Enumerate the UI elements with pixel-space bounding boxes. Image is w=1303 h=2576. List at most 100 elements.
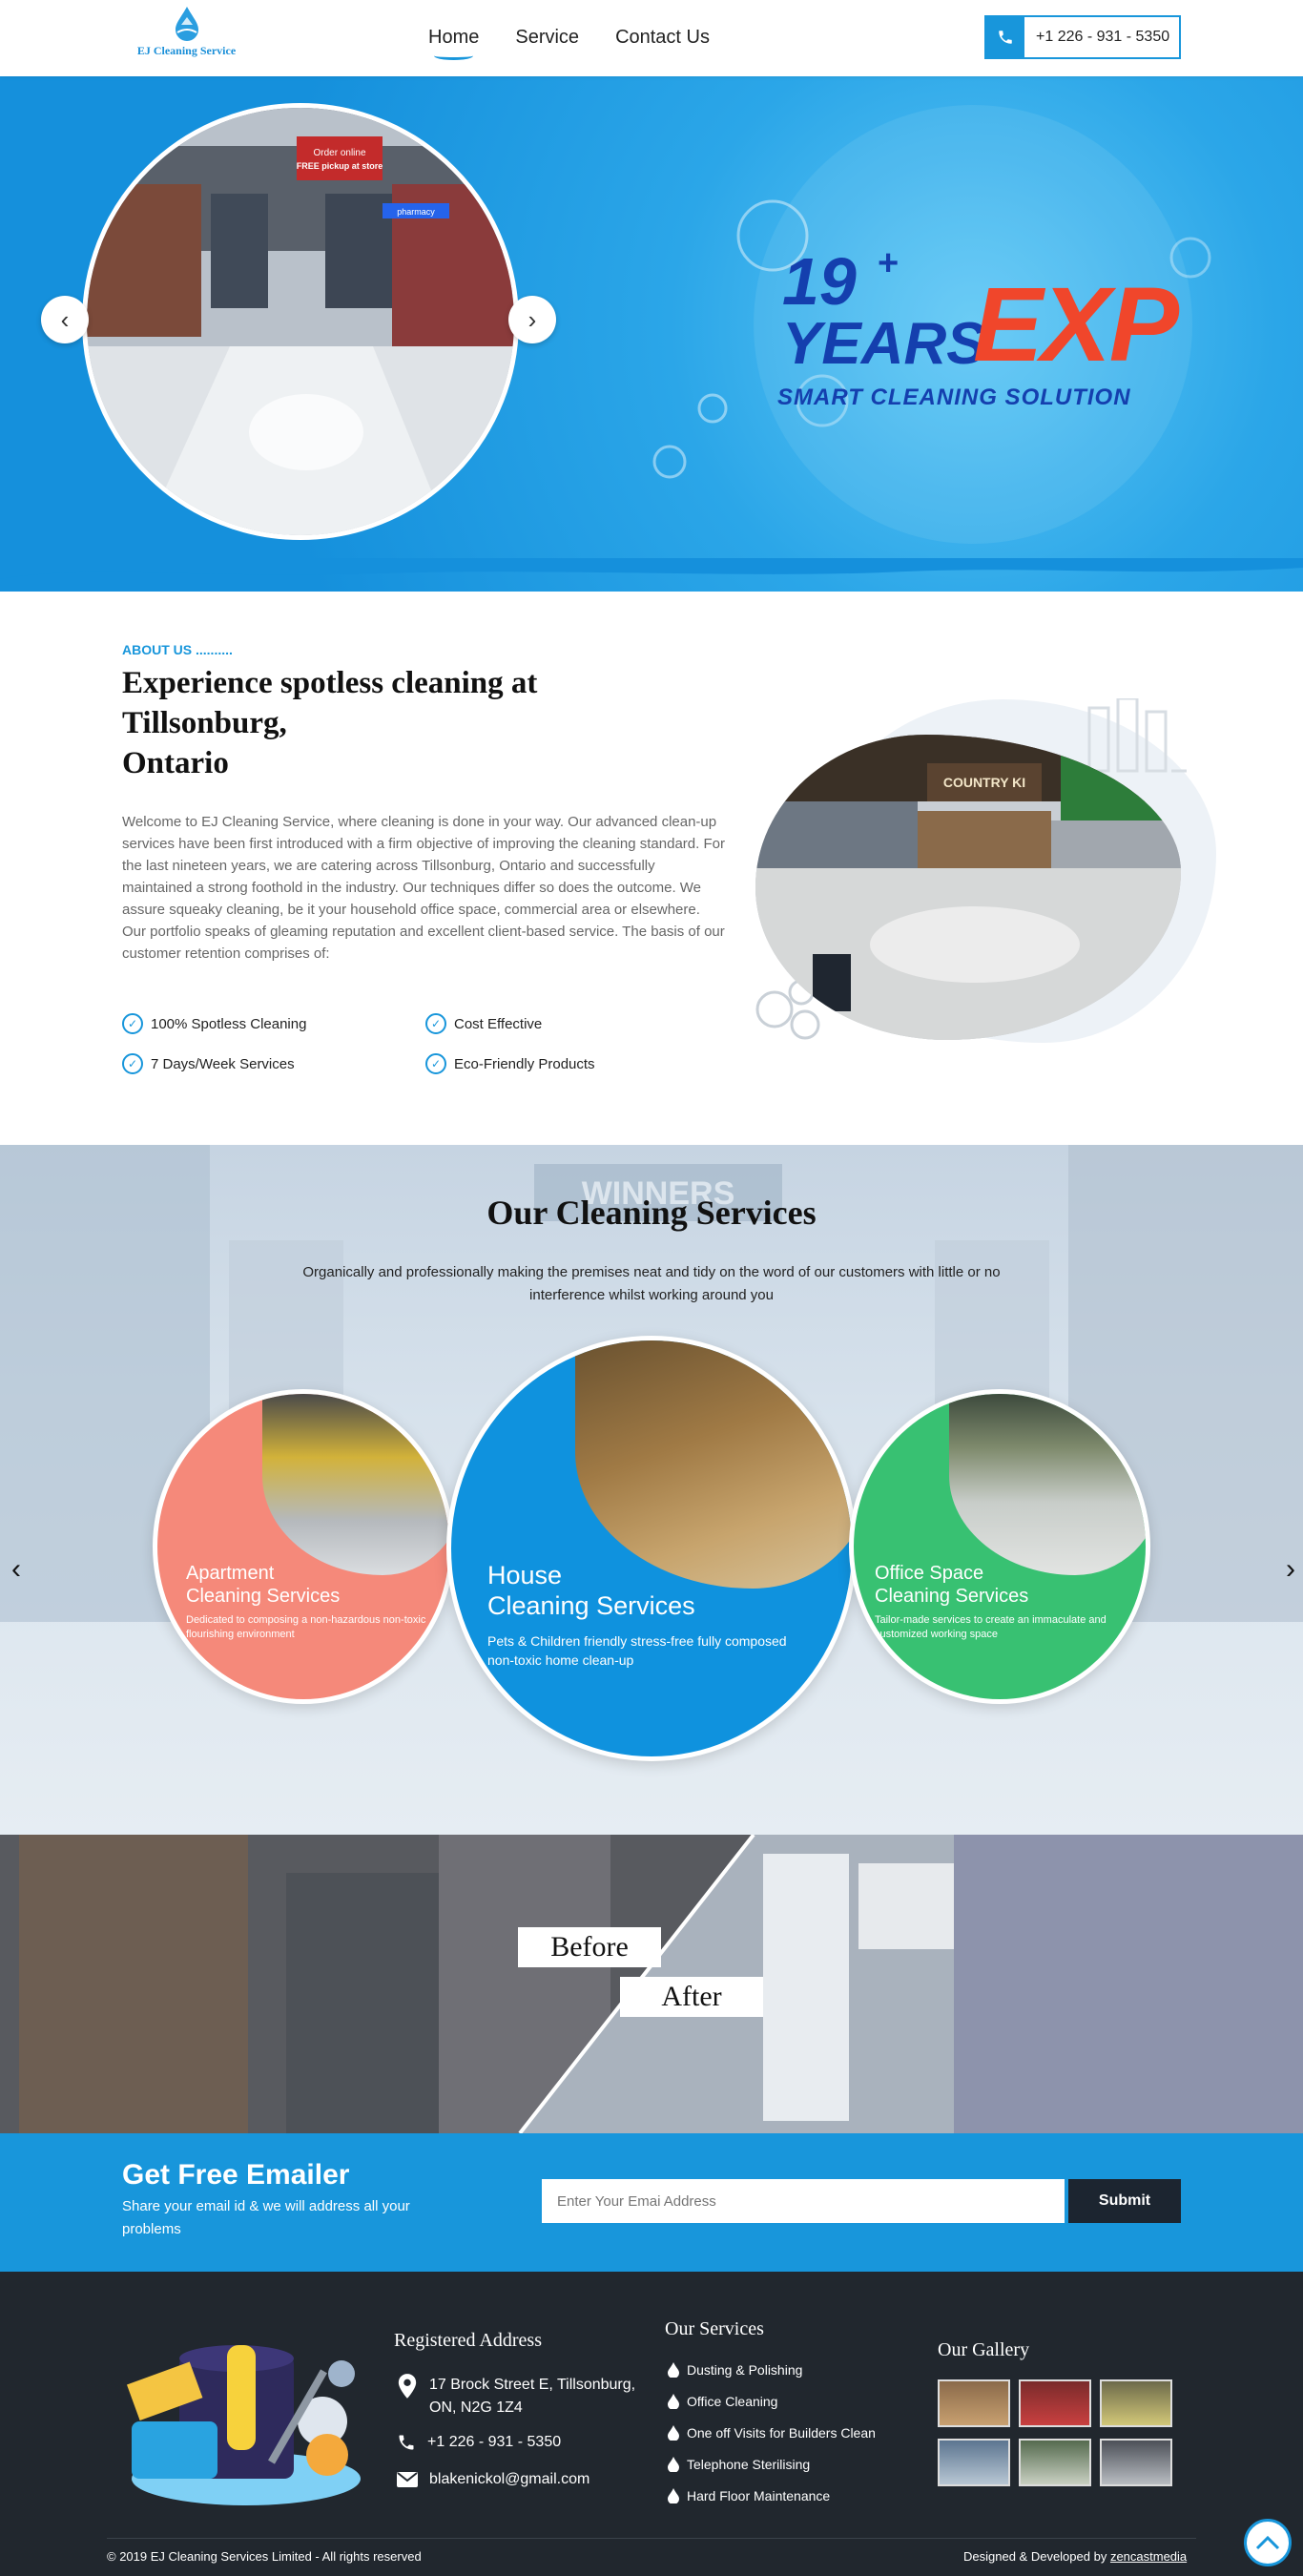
footer-service-link[interactable]: Telephone Sterilising bbox=[668, 2457, 810, 2472]
submit-button[interactable]: Submit bbox=[1068, 2179, 1181, 2223]
service-title-line1: Office Space bbox=[875, 1563, 984, 1584]
about-title: Experience spotless cleaning at Tillsonb… bbox=[122, 663, 656, 783]
footer-service-link[interactable]: Hard Floor Maintenance bbox=[668, 2488, 830, 2503]
check-label: Cost Effective bbox=[454, 1015, 543, 1032]
logo-drop-icon bbox=[175, 7, 198, 41]
store-sign-pharmacy: pharmacy bbox=[397, 207, 435, 217]
phone-icon bbox=[399, 2435, 414, 2450]
header-phone-number: +1 226 - 931 - 5350 bbox=[1036, 29, 1170, 45]
footer-phone-number: +1 226 - 931 - 5350 bbox=[427, 2434, 562, 2450]
nav-service[interactable]: Service bbox=[515, 27, 579, 49]
footer-service-link[interactable]: One off Visits for Builders Clean bbox=[668, 2425, 876, 2441]
footer-service-link[interactable]: Dusting & Polishing bbox=[668, 2362, 802, 2378]
footer-service-label: Dusting & Polishing bbox=[687, 2362, 803, 2378]
gallery-thumb[interactable] bbox=[1019, 2439, 1091, 2486]
service-card-apartment[interactable]: Apartment Cleaning Services Dedicated to… bbox=[153, 1389, 454, 1704]
footer-divider bbox=[107, 2538, 1196, 2539]
service-card-house[interactable]: House Cleaning Services Pets & Children … bbox=[446, 1336, 857, 1761]
check-label: 7 Days/Week Services bbox=[151, 1055, 295, 1072]
drop-icon bbox=[668, 2488, 679, 2503]
site-header: EJ Cleaning Service Home Service Contact… bbox=[0, 0, 1303, 76]
services-subtitle: Organically and professionally making th… bbox=[302, 1264, 1001, 1303]
logo-text: EJ Cleaning Service bbox=[136, 44, 237, 57]
building-outline-icon bbox=[1087, 698, 1187, 773]
about-title-line3: Ontario bbox=[122, 746, 229, 780]
exp-plus: + bbox=[878, 243, 900, 283]
check-icon: ✓ bbox=[425, 1013, 446, 1034]
services-prev-arrow[interactable]: ‹ bbox=[11, 1553, 21, 1586]
emailer-subtitle: Share your email id & we will address al… bbox=[122, 2198, 410, 2237]
drop-icon bbox=[668, 2394, 679, 2409]
check-item: ✓ Eco-Friendly Products bbox=[425, 1053, 654, 1074]
phone-icon bbox=[986, 17, 1024, 57]
footer-address-line1: 17 Brock Street E, Tillsonburg, bbox=[429, 2377, 636, 2393]
gallery-thumb[interactable] bbox=[938, 2379, 1010, 2427]
emailer-title: Get Free Emailer bbox=[122, 2159, 350, 2191]
hero-slide-image: Order online FREE pickup at store pharma… bbox=[82, 103, 519, 540]
gallery-thumb[interactable] bbox=[1100, 2379, 1172, 2427]
email-input[interactable] bbox=[542, 2179, 1065, 2223]
footer-address-heading: Registered Address bbox=[394, 2330, 542, 2351]
service-title: Office Space Cleaning Services bbox=[875, 1562, 1028, 1608]
footer-gallery-heading: Our Gallery bbox=[938, 2339, 1030, 2360]
footer-address: 17 Brock Street E, Tillsonburg, ON, N2G … bbox=[397, 2374, 635, 2420]
footer-service-label: Office Cleaning bbox=[687, 2394, 778, 2409]
exp-label: EXP bbox=[973, 266, 1179, 384]
check-icon: ✓ bbox=[122, 1053, 143, 1074]
header-phone-button[interactable]: +1 226 - 931 - 5350 bbox=[984, 15, 1181, 59]
footer-email[interactable]: blakenickol@gmail.com bbox=[397, 2471, 589, 2488]
scroll-to-top-button[interactable] bbox=[1244, 2519, 1292, 2566]
designed-by-prefix: Designed & Developed by bbox=[963, 2549, 1110, 2564]
drop-icon bbox=[668, 2362, 679, 2378]
nav-home[interactable]: Home bbox=[428, 27, 479, 60]
hero-next-arrow[interactable]: › bbox=[508, 296, 556, 343]
about-paragraph-2: Our portfolio speaks of gleaming reputat… bbox=[122, 924, 725, 962]
check-icon: ✓ bbox=[122, 1013, 143, 1034]
about-paragraph-1: Welcome to EJ Cleaning Service, where cl… bbox=[122, 814, 725, 918]
service-desc: Dedicated to composing a non-hazardous n… bbox=[186, 1614, 426, 1640]
service-desc: Tailor-made services to create an immacu… bbox=[875, 1614, 1107, 1640]
store-sign-pickup: FREE pickup at store bbox=[297, 161, 383, 171]
drop-icon bbox=[668, 2425, 679, 2441]
logo[interactable]: EJ Cleaning Service bbox=[122, 4, 251, 73]
about-title-line2: Tillsonburg, bbox=[122, 706, 287, 740]
service-title-line2: Cleaning Services bbox=[875, 1586, 1029, 1607]
service-image bbox=[575, 1340, 852, 1589]
service-title-line1: Apartment bbox=[186, 1563, 275, 1584]
footer-services-heading: Our Services bbox=[665, 2318, 764, 2339]
before-label: Before bbox=[518, 1927, 661, 1967]
footer-service-label: Telephone Sterilising bbox=[687, 2457, 811, 2472]
services-next-arrow[interactable]: › bbox=[1286, 1553, 1295, 1586]
service-card-office[interactable]: Office Space Cleaning Services Tailor-ma… bbox=[849, 1389, 1150, 1704]
gallery-thumb[interactable] bbox=[1100, 2439, 1172, 2486]
gallery-thumb[interactable] bbox=[938, 2439, 1010, 2486]
service-title-line1: House bbox=[487, 1561, 563, 1589]
check-icon: ✓ bbox=[425, 1053, 446, 1074]
check-item: ✓ 100% Spotless Cleaning bbox=[122, 1013, 425, 1034]
after-label: After bbox=[620, 1977, 763, 2017]
services-title: Our Cleaning Services bbox=[486, 1194, 817, 1232]
exp-years-number: 19 bbox=[782, 244, 857, 319]
gallery-thumb[interactable] bbox=[1019, 2379, 1091, 2427]
hero-prev-arrow[interactable]: ‹ bbox=[41, 296, 89, 343]
service-title-line2: Cleaning Services bbox=[186, 1586, 341, 1607]
service-title: Apartment Cleaning Services bbox=[186, 1562, 340, 1608]
service-image bbox=[262, 1394, 449, 1575]
nav-contact-us[interactable]: Contact Us bbox=[615, 27, 710, 49]
chevron-up-icon bbox=[1255, 2535, 1280, 2550]
check-label: Eco-Friendly Products bbox=[454, 1055, 595, 1072]
copyright-text: © 2019 EJ Cleaning Services Limited - Al… bbox=[107, 2549, 422, 2564]
main-nav: Home Service Contact Us bbox=[428, 27, 710, 60]
footer-service-link[interactable]: Office Cleaning bbox=[668, 2394, 777, 2409]
about-checklist: ✓ 100% Spotless Cleaning ✓ Cost Effective … bbox=[122, 1013, 656, 1074]
footer-email-address: blakenickol@gmail.com bbox=[429, 2471, 590, 2487]
designer-link[interactable]: zencastmedia bbox=[1110, 2549, 1187, 2564]
service-title-line2: Cleaning Services bbox=[487, 1591, 695, 1620]
cleaning-supplies-illustration bbox=[126, 2345, 361, 2505]
email-icon bbox=[397, 2472, 418, 2487]
service-title: House Cleaning Services bbox=[487, 1560, 695, 1621]
drop-icon bbox=[668, 2457, 679, 2472]
footer-phone[interactable]: +1 226 - 931 - 5350 bbox=[397, 2433, 561, 2452]
store-sign-country: COUNTRY KI bbox=[943, 775, 1025, 790]
check-label: 100% Spotless Cleaning bbox=[151, 1015, 307, 1032]
